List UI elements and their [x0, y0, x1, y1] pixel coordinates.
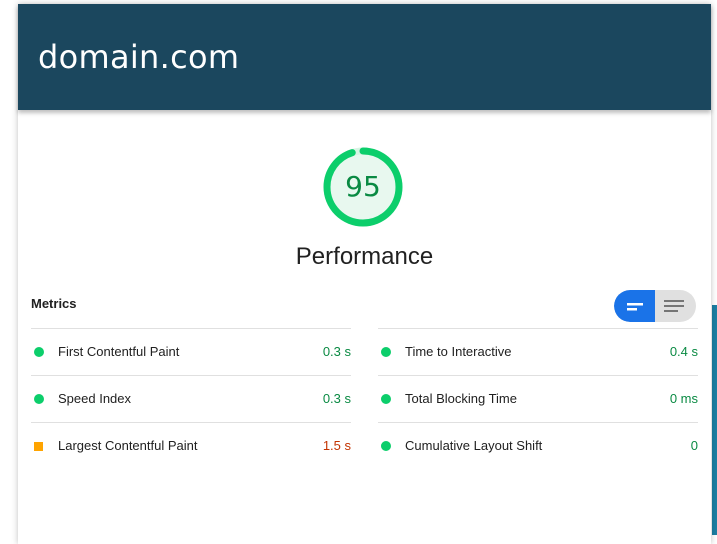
page-background: domain.com 95 Performance Metrics First … [0, 0, 717, 544]
report-card: domain.com 95 Performance Metrics First … [18, 4, 711, 544]
metric-value: 0.3 s [322, 344, 351, 359]
compact-view-icon [627, 303, 643, 311]
average-indicator-icon [34, 442, 43, 451]
metric-label: Speed Index [58, 391, 132, 406]
pass-indicator-icon [34, 394, 44, 404]
pass-indicator-icon [34, 347, 44, 357]
metric-value: 0 ms [669, 391, 698, 406]
metrics-column-right: Time to Interactive 0.4 s Total Blocking… [378, 328, 698, 469]
metric-row[interactable]: Speed Index 0.3 s [31, 375, 351, 422]
metric-value: 0 [690, 438, 698, 453]
metric-label: Time to Interactive [405, 344, 512, 359]
metric-row[interactable]: Time to Interactive 0.4 s [378, 328, 698, 375]
metric-label: Cumulative Layout Shift [405, 438, 543, 453]
metric-label: First Contentful Paint [58, 344, 180, 359]
site-domain-title: domain.com [38, 38, 240, 76]
expanded-view-icon [664, 300, 684, 312]
metric-row[interactable]: First Contentful Paint 0.3 s [31, 328, 351, 375]
pass-indicator-icon [381, 394, 391, 404]
background-accent-strip [712, 305, 717, 535]
category-title: Performance [295, 243, 434, 270]
metrics-column-left: First Contentful Paint 0.3 s Speed Index… [31, 328, 351, 469]
metric-label: Total Blocking Time [405, 391, 517, 406]
metric-row[interactable]: Largest Contentful Paint 1.5 s [31, 422, 351, 469]
metric-row[interactable]: Total Blocking Time 0 ms [378, 375, 698, 422]
performance-score-gauge[interactable]: 95 [321, 145, 405, 229]
expanded-view-button[interactable] [655, 290, 696, 322]
metric-label: Largest Contentful Paint [58, 438, 198, 453]
pass-indicator-icon [381, 347, 391, 357]
report-header: domain.com [18, 4, 711, 110]
performance-score-value: 95 [345, 170, 381, 203]
metrics-view-toggle[interactable] [614, 290, 696, 322]
metric-value: 1.5 s [322, 438, 351, 453]
metric-row[interactable]: Cumulative Layout Shift 0 [378, 422, 698, 469]
pass-indicator-icon [381, 441, 391, 451]
compact-view-button[interactable] [614, 290, 655, 322]
metric-value: 0.4 s [669, 344, 698, 359]
metrics-heading: Metrics [31, 296, 77, 311]
metric-value: 0.3 s [322, 391, 351, 406]
